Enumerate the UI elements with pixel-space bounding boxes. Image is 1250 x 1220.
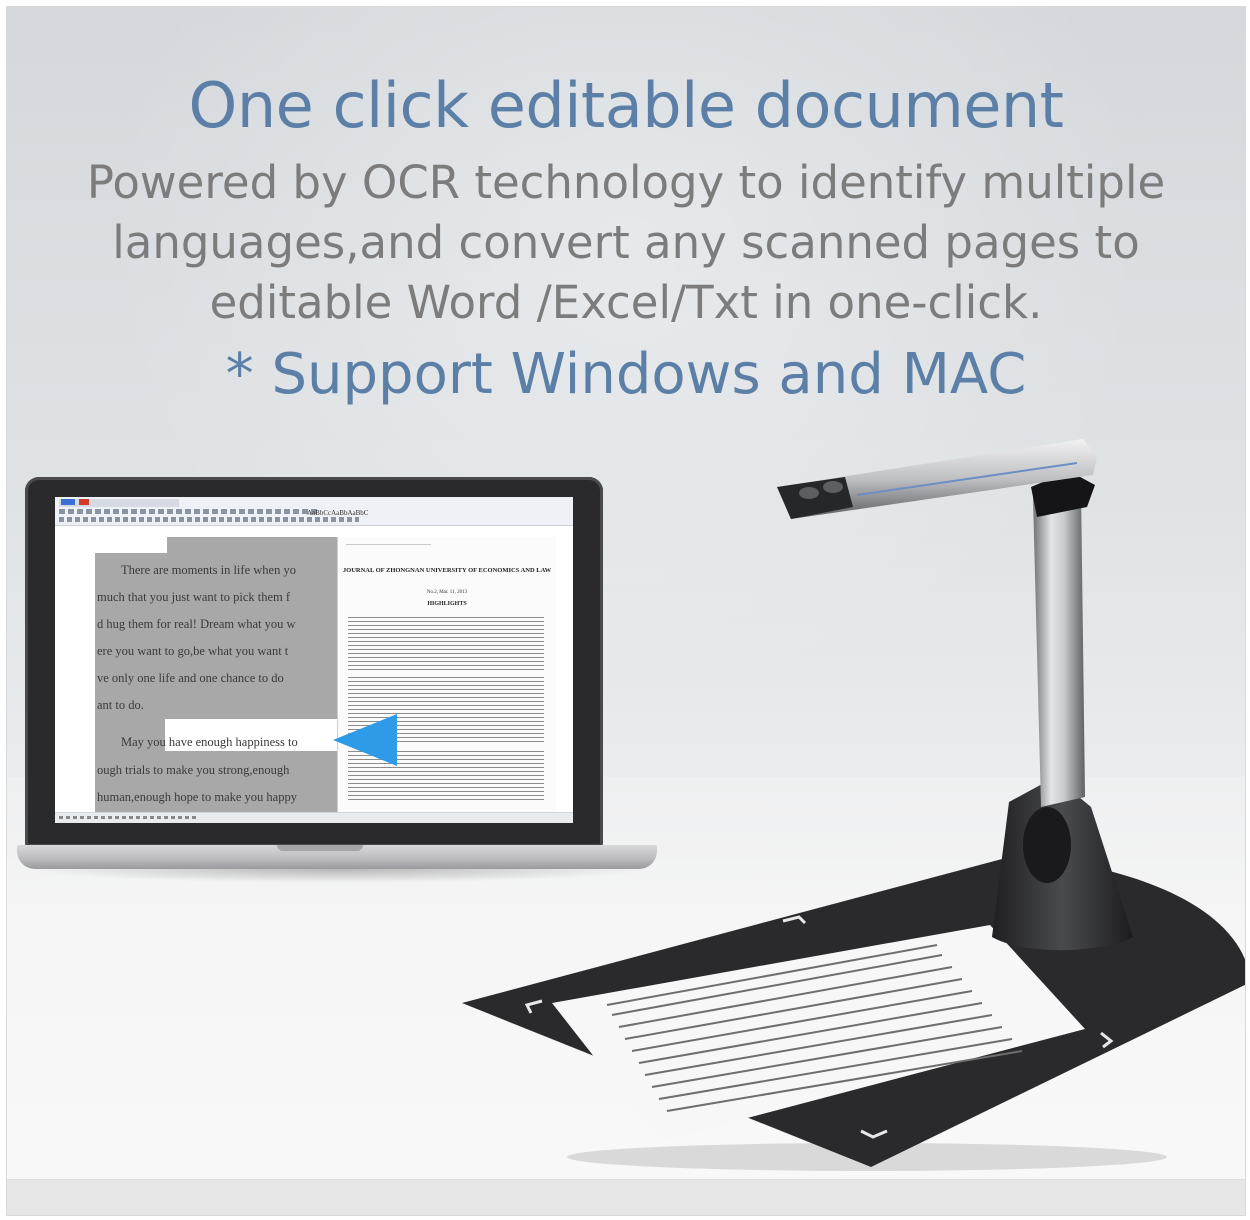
- document-scanner: [462, 439, 1245, 1171]
- scanner-arm: [1033, 487, 1085, 807]
- product-banner: One click editable document Powered by O…: [6, 6, 1246, 1216]
